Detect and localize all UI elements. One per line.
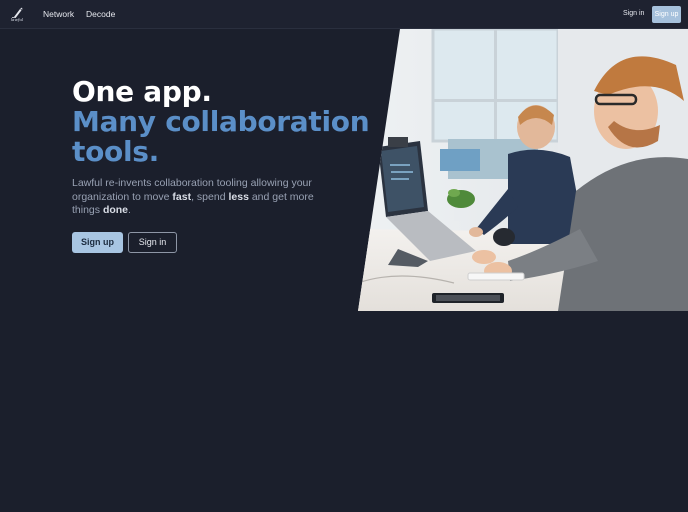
hero-title: One app. Many collaboration tools. [72,77,372,167]
hero-description: Lawful re-invents collaboration tooling … [72,177,334,218]
nav-link-decode[interactable]: Decode [86,9,115,19]
blurb-text: , spend [191,190,229,203]
hero-office-photo [358,29,688,311]
top-nav: lawful Network Decode Sign in Sign up [0,0,688,29]
hero-title-line1: One app. [72,75,212,108]
blurb-text: . [128,204,131,216]
logo-text: lawful [10,17,24,22]
hero-title-line2b: tools. [72,135,159,168]
blurb-emphasis-less: less [228,190,249,203]
hero-title-line2a: Many collaboration [72,105,370,138]
nav-link-network[interactable]: Network [43,9,74,19]
nav-signup-button[interactable]: Sign up [652,6,681,23]
hero-signup-button[interactable]: Sign up [72,232,123,253]
logo[interactable]: lawful [9,6,25,23]
blurb-emphasis-fast: fast [172,190,192,203]
nav-signin-link[interactable]: Sign in [623,10,644,17]
blurb-emphasis-done: done [102,204,129,216]
hero-signin-button[interactable]: Sign in [128,232,177,253]
